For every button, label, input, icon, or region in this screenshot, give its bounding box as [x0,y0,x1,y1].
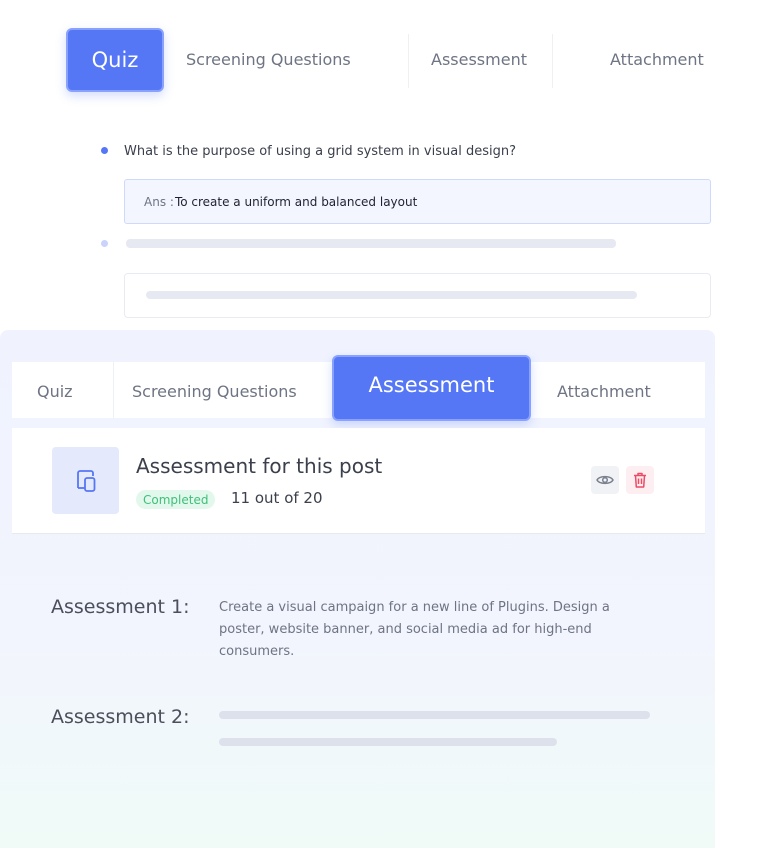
eye-icon [596,475,614,485]
tab-assessment[interactable]: Assessment [332,355,531,421]
tab-divider [113,362,114,418]
tab-screening-questions-top[interactable]: Screening Questions [186,50,351,69]
answer-box: Ans : To create a uniform and balanced l… [124,179,711,224]
question-bullet [101,147,108,154]
tab-attachment[interactable]: Attachment [557,382,651,401]
tab-quiz[interactable]: Quiz [37,382,73,401]
answer-label: Ans : [144,194,174,209]
assessment-1-description: Create a visual campaign for a new line … [219,600,610,659]
trash-icon [634,472,646,488]
tab-screening-questions[interactable]: Screening Questions [132,382,297,401]
assessment-2-label: Assessment 2: [51,706,190,728]
assessment-2-placeholder-line [219,738,557,746]
question-placeholder-line [126,239,616,248]
tab-assessment-top[interactable]: Assessment [431,50,527,69]
devices-icon [52,447,119,514]
status-badge: Completed [136,490,216,509]
quiz-question: What is the purpose of using a grid syst… [124,144,516,159]
assessment-progress: 11 out of 20 [231,489,323,507]
assessment-2-placeholder-line [219,711,650,719]
tab-attachment-top[interactable]: Attachment [610,50,704,69]
answer-value: To create a uniform and balanced layout [174,194,418,209]
assessment-1-label: Assessment 1: [51,596,190,618]
question-bullet-placeholder [101,240,108,247]
top-tab-bar: Quiz Screening Questions Assessment Atta… [0,0,768,120]
tab-quiz-top[interactable]: Quiz [66,28,164,92]
tab-divider [552,34,553,88]
delete-button[interactable] [626,466,654,494]
tab-divider [408,34,409,88]
view-button[interactable] [591,466,619,494]
answer-placeholder-line [146,291,637,299]
assessment-card-title: Assessment for this post [136,454,383,478]
